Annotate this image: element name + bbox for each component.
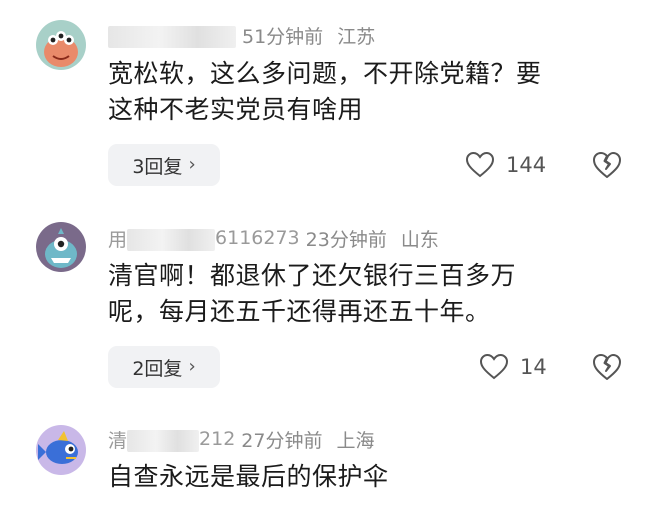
- username-suffix: 212: [199, 428, 236, 450]
- comment-location: 山东: [400, 228, 439, 251]
- comment-text-line: 宽松软，这么多问题，不开除党籍？要: [108, 59, 542, 88]
- broken-heart-icon[interactable]: [592, 352, 622, 382]
- heart-icon: [480, 354, 508, 380]
- monster-avatar-icon: [36, 20, 86, 70]
- comment-time: 51分钟前: [242, 25, 324, 48]
- fish-avatar-icon: [36, 425, 86, 475]
- comment-meta: 清 212 27分钟前 上海: [108, 426, 374, 452]
- comment-text: 宽松软，这么多问题，不开除党籍？要 这种不老实党员有啥用: [108, 56, 628, 128]
- chevron-right-icon: ›: [188, 153, 196, 175]
- view-replies-button[interactable]: 3回复 ›: [108, 144, 220, 186]
- username-prefix: 用: [108, 228, 128, 251]
- blurred-username: [108, 26, 236, 48]
- like-count: 14: [520, 355, 547, 379]
- reply-count-label: 2回复: [132, 357, 183, 380]
- comment-location: 江苏: [337, 25, 376, 48]
- blurred-username: [127, 229, 216, 251]
- comment-text-line: 这种不老实党员有啥用: [108, 95, 364, 124]
- blurred-username: [127, 430, 200, 452]
- like-button[interactable]: 14: [480, 347, 547, 387]
- avatar[interactable]: [36, 425, 86, 475]
- broken-heart-icon[interactable]: [592, 150, 622, 180]
- reply-count-label: 3回复: [132, 155, 183, 178]
- comment-location: 上海: [336, 429, 375, 452]
- username-suffix: 6116273: [215, 227, 300, 249]
- chevron-right-icon: ›: [188, 355, 196, 377]
- avatar[interactable]: [36, 222, 86, 272]
- comment-meta: 51分钟前 江苏: [108, 22, 375, 48]
- comment-time: 23分钟前: [305, 228, 387, 251]
- comment-text-line: 自查永远是最后的保护伞: [108, 462, 389, 491]
- like-count: 144: [506, 153, 547, 177]
- comment-text: 清官啊！都退休了还欠银行三百多万 呢，每月还五千还得再还五十年。: [108, 258, 628, 330]
- comment-time: 27分钟前: [241, 429, 323, 452]
- like-button[interactable]: 144: [466, 145, 546, 185]
- comment-text-line: 呢，每月还五千还得再还五十年。: [108, 297, 491, 326]
- heart-icon: [466, 152, 494, 178]
- avatar[interactable]: [36, 20, 86, 70]
- monster-avatar-icon: [36, 222, 86, 272]
- view-replies-button[interactable]: 2回复 ›: [108, 346, 220, 388]
- comment-text: 自查永远是最后的保护伞: [108, 459, 628, 495]
- comment-text-line: 清官啊！都退休了还欠银行三百多万: [108, 261, 517, 290]
- comment-meta: 用 6116273 23分钟前 山东: [108, 225, 439, 251]
- username-prefix: 清: [108, 429, 128, 452]
